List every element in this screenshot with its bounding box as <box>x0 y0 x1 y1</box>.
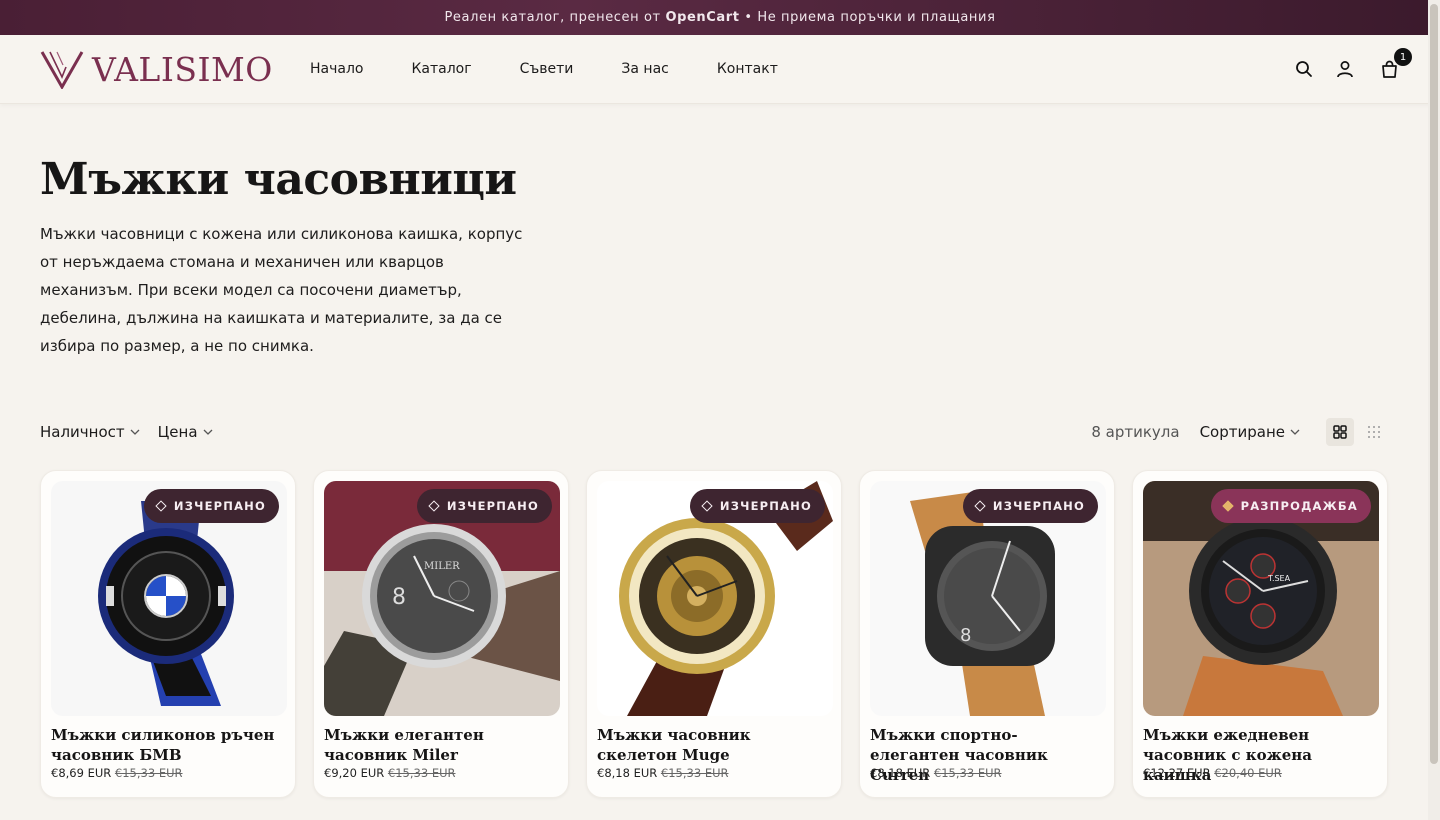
badge-label: ИЗЧЕРПАНО <box>992 499 1085 513</box>
product-image[interactable]: ИЗЧЕРПАНО <box>51 481 287 716</box>
product-card[interactable]: ИЗЧЕРПАНО Мъжки силиконов ръчен часовник… <box>40 470 296 798</box>
svg-text:8: 8 <box>392 585 406 610</box>
product-card[interactable]: T.SEA РАЗПРОДАЖБА Мъжки ежедневен часовн… <box>1132 470 1388 798</box>
product-image[interactable]: ИЗЧЕРПАНО <box>597 481 833 716</box>
cart-count-badge: 1 <box>1394 48 1412 66</box>
filter-availability-label: Наличност <box>40 423 125 441</box>
diamond-icon <box>428 500 440 512</box>
diamond-icon <box>155 500 167 512</box>
page-scrollbar[interactable] <box>1428 0 1440 820</box>
account-icon[interactable] <box>1334 58 1356 80</box>
svg-text:T.SEA: T.SEA <box>1267 574 1291 583</box>
product-price: €12,27 EUR €20,40 EUR <box>1143 766 1377 780</box>
site-header: VALISIMO Начало Каталог Съвети За нас Ко… <box>0 35 1440 104</box>
filter-availability[interactable]: Наличност <box>40 423 140 441</box>
header-icons: 1 <box>1274 48 1412 80</box>
announcement-bar: Реален каталог, пренесен от OpenCart • Н… <box>0 0 1440 35</box>
badge-label: ИЗЧЕРПАНО <box>446 499 539 513</box>
toolbar-right: 8 артикула Сортиране <box>1091 418 1388 446</box>
badge-label: ИЗЧЕРПАНО <box>173 499 266 513</box>
product-name[interactable]: Мъжки силиконов ръчен часовник БМВ <box>51 725 285 765</box>
current-price: €8,18 EUR <box>597 766 658 780</box>
nav-catalog[interactable]: Каталог <box>411 61 471 77</box>
grid-view-2-button[interactable] <box>1326 418 1354 446</box>
product-name[interactable]: Мъжки елегантен часовник Miler <box>324 725 558 765</box>
logo-v-icon <box>40 51 84 89</box>
grid-view-4-button[interactable] <box>1360 418 1388 446</box>
nav-contact[interactable]: Контакт <box>717 61 778 77</box>
svg-text:MILER: MILER <box>424 561 460 572</box>
badge-label: РАЗПРОДАЖБА <box>1240 499 1358 513</box>
nav-tips[interactable]: Съвети <box>520 61 574 77</box>
product-grid: ИЗЧЕРПАНО Мъжки силиконов ръчен часовник… <box>40 470 1388 798</box>
product-price: €9,20 EUR €15,33 EUR <box>324 766 558 780</box>
sort-dropdown[interactable]: Сортиране <box>1200 423 1300 441</box>
current-price: €12,27 EUR <box>1143 766 1211 780</box>
product-image[interactable]: 8 MILER ИЗЧЕРПАНО <box>324 481 560 716</box>
product-name[interactable]: Мъжки часовник скелетон Muge <box>597 725 831 765</box>
old-price: €20,40 EUR <box>1214 766 1282 780</box>
page-title: Мъжки часовници <box>40 154 517 205</box>
chevron-down-icon <box>203 429 212 435</box>
product-card[interactable]: 8 ИЗЧЕРПАНО Мъжки спортно-елегантен часо… <box>859 470 1115 798</box>
diamond-icon <box>974 500 986 512</box>
chevron-down-icon <box>130 429 140 435</box>
old-price: €15,33 EUR <box>114 766 183 780</box>
status-badge: ИЗЧЕРПАНО <box>962 489 1098 523</box>
collection-description: Мъжки часовници с кожена или силиконова … <box>40 225 523 355</box>
svg-text:8: 8 <box>960 625 971 646</box>
cart-icon[interactable]: 1 <box>1378 48 1412 80</box>
current-price: €9,20 EUR <box>324 766 385 780</box>
product-name[interactable]: Мъжки спортно-елегантен часовник Curren <box>870 725 1104 784</box>
current-price: €8,18 EUR <box>870 766 931 780</box>
nav-home[interactable]: Начало <box>310 61 363 77</box>
product-image[interactable]: T.SEA РАЗПРОДАЖБА <box>1143 481 1379 716</box>
status-badge: ИЗЧЕРПАНО <box>416 489 552 523</box>
grid-large-icon <box>1333 425 1347 439</box>
product-price: €8,18 EUR €15,33 EUR <box>597 766 831 780</box>
announcement-note: • Не приема поръчки и плащания <box>739 10 996 25</box>
chevron-down-icon <box>1290 429 1300 435</box>
collection-hero: Мъжки часовници Мъжки часовници с кожена… <box>0 104 1440 360</box>
collection-toolbar: Наличност Цена 8 артикула Сортиране <box>40 418 1388 446</box>
logo[interactable]: VALISIMO <box>40 49 310 89</box>
sale-badge: РАЗПРОДАЖБА <box>1210 489 1371 523</box>
current-price: €8,69 EUR <box>51 766 112 780</box>
nav-about[interactable]: За нас <box>621 61 668 77</box>
announcement-brand: OpenCart <box>665 10 740 25</box>
product-count: 8 артикула <box>1091 423 1180 441</box>
main-nav: Начало Каталог Съвети За нас Контакт <box>310 61 826 77</box>
grid-small-icon <box>1368 426 1380 438</box>
announcement-text: Реален каталог, пренесен от <box>444 10 666 25</box>
sort-label: Сортиране <box>1199 423 1285 441</box>
badge-label: ИЗЧЕРПАНО <box>719 499 812 513</box>
old-price: €15,33 EUR <box>933 766 1002 780</box>
scrollbar-thumb[interactable] <box>1430 4 1438 764</box>
diamond-icon <box>701 500 713 512</box>
filter-price-label: Цена <box>157 423 198 441</box>
status-badge: ИЗЧЕРПАНО <box>143 489 279 523</box>
old-price: €15,33 EUR <box>660 766 729 780</box>
filter-price[interactable]: Цена <box>158 423 213 441</box>
product-price: €8,18 EUR €15,33 EUR <box>870 766 1104 780</box>
old-price: €15,33 EUR <box>387 766 456 780</box>
product-price: €8,69 EUR €15,33 EUR <box>51 766 285 780</box>
product-name[interactable]: Мъжки ежедневен часовник с кожена каишка <box>1143 725 1377 784</box>
diamond-icon <box>1221 500 1234 512</box>
status-badge: ИЗЧЕРПАНО <box>689 489 825 523</box>
product-image[interactable]: 8 ИЗЧЕРПАНО <box>870 481 1106 716</box>
product-card[interactable]: 8 MILER ИЗЧЕРПАНО Мъжки елегантен часовн… <box>313 470 569 798</box>
search-icon[interactable] <box>1293 58 1315 80</box>
product-card[interactable]: ИЗЧЕРПАНО Мъжки часовник скелетон Muge €… <box>586 470 842 798</box>
logo-text: VALISIMO <box>92 49 273 89</box>
